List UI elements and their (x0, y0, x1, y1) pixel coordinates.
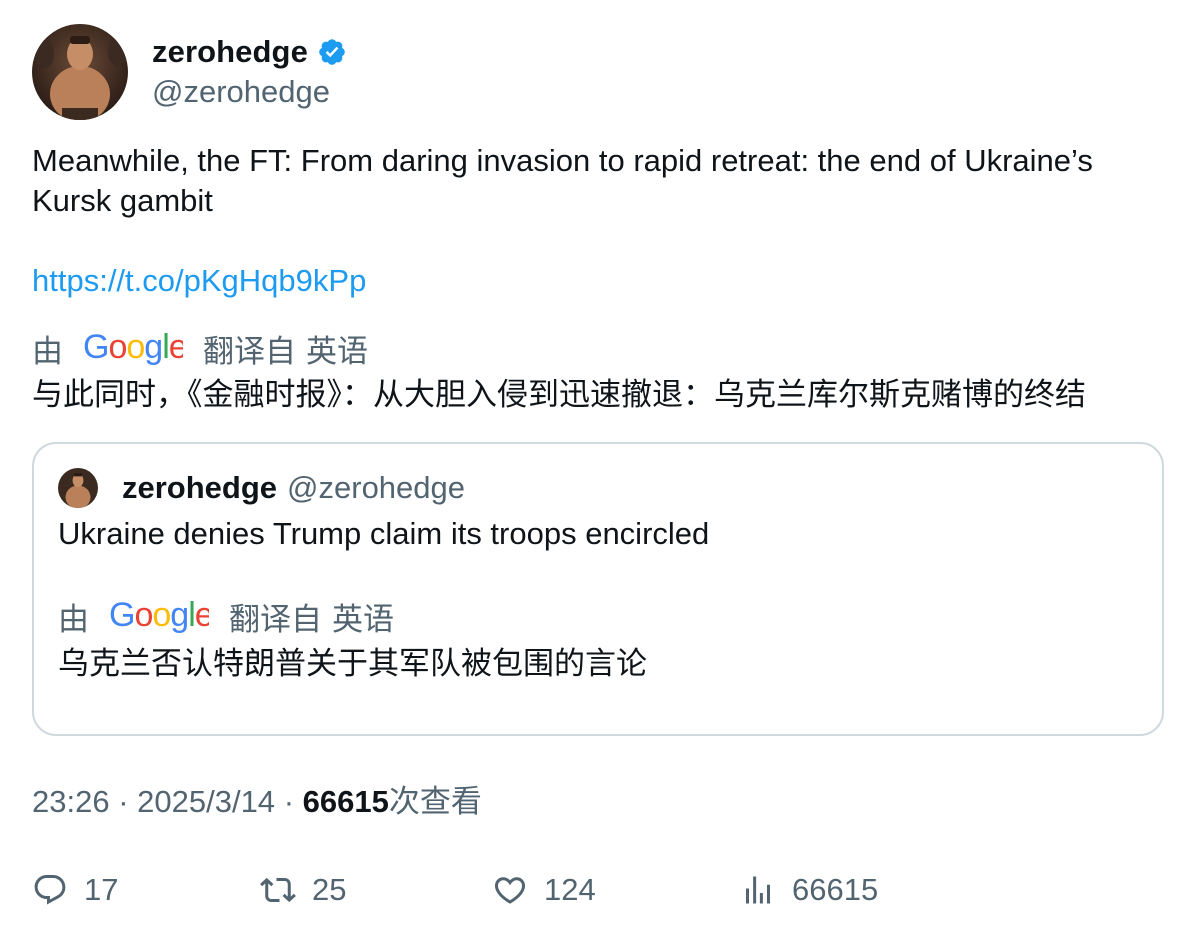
action-bar: 17 25 124 66615 (32, 866, 1162, 914)
tweet-date[interactable]: 2025/3/14 (137, 784, 275, 819)
author-names: zerohedge @zerohedge (152, 34, 347, 110)
author-display-name[interactable]: zerohedge (152, 34, 308, 70)
reply-button[interactable]: 17 (32, 866, 118, 914)
google-logo-icon: Google (83, 330, 183, 366)
tweet-meta: 23:26 · 2025/3/14 · 66615次查看 (32, 782, 482, 822)
reply-icon (34, 875, 66, 905)
translated-from-label: 翻译自 (203, 333, 296, 370)
author-handle[interactable]: @zerohedge (152, 74, 347, 110)
quoted-author-display-name: zerohedge (122, 470, 278, 505)
quoted-translation-attribution: 由 Google 翻译自 英语 (58, 596, 394, 638)
verified-badge-icon[interactable] (317, 37, 347, 67)
quoted-tweet[interactable]: zerohedge @zerohedge Ukraine denies Trum… (32, 442, 1164, 736)
tweet-header: zerohedge @zerohedge (32, 24, 347, 120)
meta-separator: · (283, 784, 303, 819)
views-count: 66615 (302, 784, 389, 819)
quoted-translated-from-label: 翻译自 (229, 601, 322, 638)
author-avatar[interactable] (32, 24, 128, 120)
views-label: 次查看 (388, 784, 482, 820)
quoted-source-language: 英语 (332, 601, 394, 638)
like-count: 124 (544, 872, 596, 907)
quoted-tweet-text: Ukraine denies Trump claim its troops en… (58, 516, 710, 551)
svg-text:Google: Google (83, 330, 183, 366)
translation-attribution: 由 Google 翻译自 英语 (32, 328, 368, 370)
views-button[interactable]: 66615 (740, 866, 878, 914)
views-action-count: 66615 (792, 872, 879, 907)
quoted-translated-text: 乌克兰否认特朗普关于其军队被包围的言论 (58, 646, 647, 682)
translated-text: 与此同时，《金融时报》：从大胆入侵到迅速撤退：乌克兰库尔斯克赌博的终结 (32, 377, 1086, 413)
translated-by-label: 由 (32, 333, 63, 370)
quoted-translated-by-label: 由 (58, 601, 89, 638)
bar-chart-icon (746, 876, 770, 904)
tweet-link[interactable]: https://t.co/pKgHqb9kPp (32, 261, 366, 301)
tweet-time[interactable]: 23:26 (32, 784, 110, 819)
svg-text:Google: Google (109, 598, 209, 634)
reply-count: 17 (84, 872, 119, 907)
meta-separator: · (118, 784, 138, 819)
source-language: 英语 (306, 333, 368, 370)
quoted-author-handle: @zerohedge (287, 470, 466, 505)
tweet-text: Meanwhile, the FT: From daring invasion … (32, 143, 1093, 218)
quoted-tweet-header: zerohedge @zerohedge (58, 466, 465, 510)
like-button[interactable]: 124 (492, 866, 596, 914)
google-logo-icon: Google (109, 598, 209, 634)
heart-icon (494, 877, 526, 904)
retweet-count: 25 (312, 872, 347, 907)
quoted-author-avatar (58, 468, 98, 508)
retweet-icon (260, 877, 296, 903)
retweet-button[interactable]: 25 (260, 866, 346, 914)
display-name-row: zerohedge (152, 34, 347, 70)
